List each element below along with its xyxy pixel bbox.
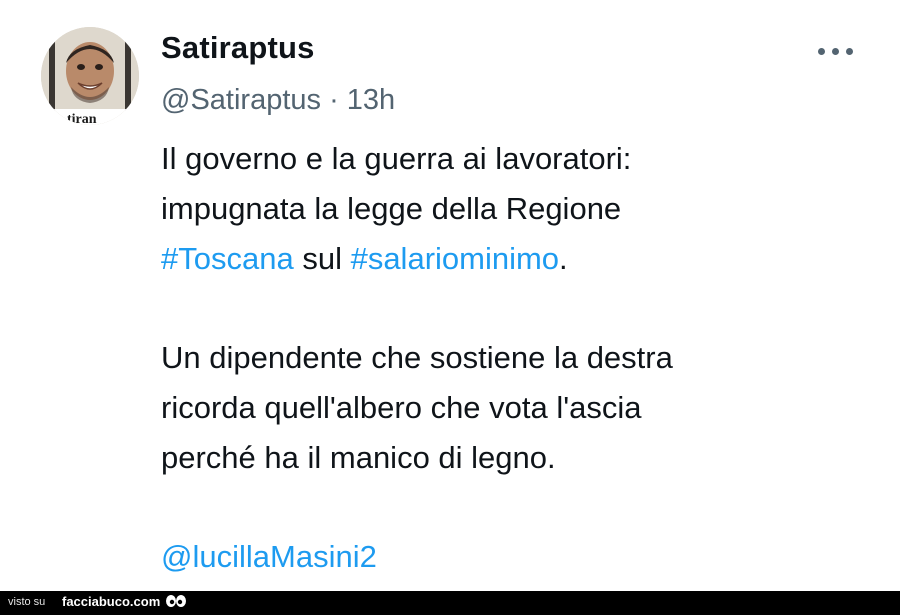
- more-horizontal-icon: [846, 48, 853, 55]
- more-horizontal-icon: [818, 48, 825, 55]
- tweet-card: tiran Satiraptus @Satiraptus · 13h Il go…: [0, 0, 900, 591]
- tweet-line: Un dipendente che sostiene la destra: [161, 340, 673, 375]
- tweet-line: perché ha il manico di legno.: [161, 440, 556, 475]
- handle-row: @Satiraptus · 13h: [161, 84, 395, 117]
- tweet-line: #Toscana sul #salariominimo.: [161, 234, 861, 284]
- hashtag-salariominimo[interactable]: #salariominimo: [351, 241, 559, 276]
- tweet-line: ricorda quell'albero che vota l'ascia: [161, 390, 642, 425]
- more-horizontal-icon: [832, 48, 839, 55]
- tweet-text: Il governo e la guerra ai lavoratori: im…: [161, 134, 861, 582]
- mention-lucillamasini2[interactable]: @lucillaMasini2: [161, 539, 377, 574]
- tweet-line: @lucillaMasini2: [161, 532, 861, 582]
- eyes-icon: [165, 594, 187, 615]
- tweet-text-fragment: sul: [293, 241, 351, 276]
- separator-dot: ·: [321, 84, 347, 116]
- watermark-footer: visto su facciabuco.com: [0, 591, 900, 615]
- footer-site-link[interactable]: facciabuco.com: [62, 594, 160, 609]
- tweet-time[interactable]: 13h: [347, 84, 395, 116]
- user-handle[interactable]: @Satiraptus: [161, 84, 321, 116]
- footer-prefix: visto su: [8, 596, 46, 608]
- hashtag-toscana[interactable]: #Toscana: [161, 241, 294, 276]
- tweet-text-fragment: .: [559, 241, 568, 276]
- more-options-button[interactable]: [814, 38, 858, 64]
- svg-text:tiran: tiran: [67, 112, 97, 125]
- tweet-line: impugnata la legge della Regione: [161, 191, 622, 226]
- tweet-line: Il governo e la guerra ai lavoratori:: [161, 141, 632, 176]
- display-name[interactable]: Satiraptus: [161, 30, 315, 66]
- avatar[interactable]: tiran: [41, 27, 139, 125]
